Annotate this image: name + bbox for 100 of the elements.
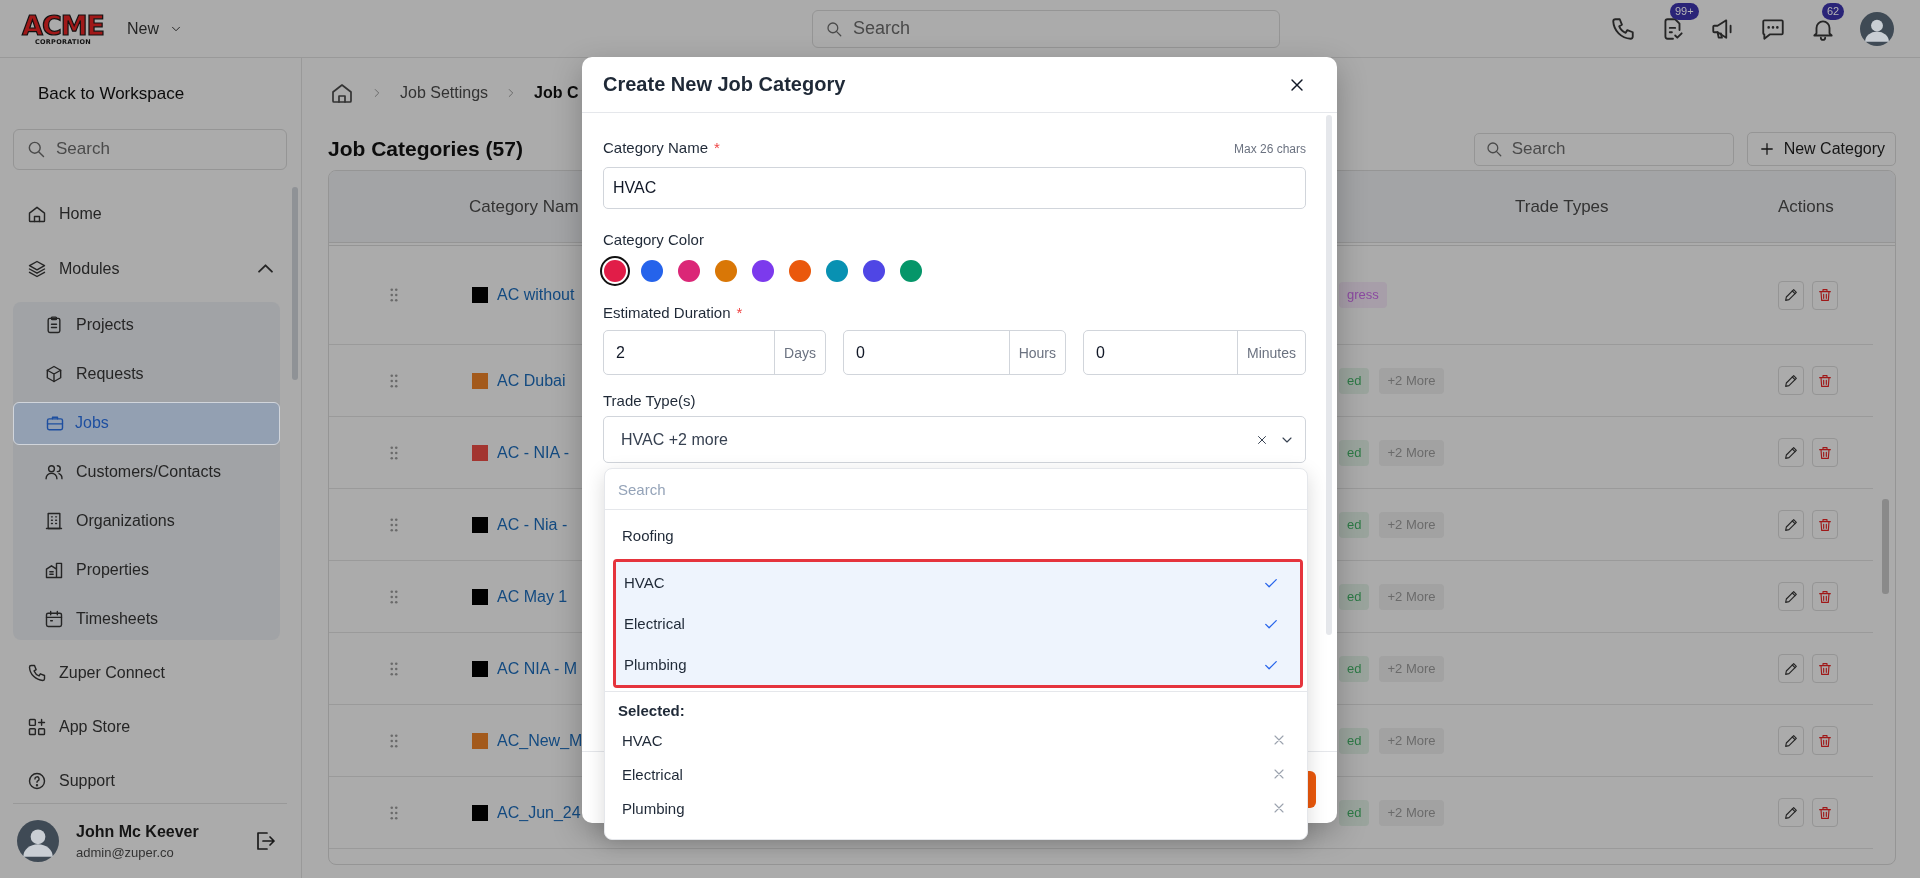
selected-item: Plumbing <box>622 799 685 817</box>
delete-button[interactable] <box>1812 280 1838 310</box>
delete-button[interactable] <box>1812 438 1838 467</box>
pencil-icon <box>1783 372 1799 389</box>
category-link[interactable]: AC_New_M <box>497 731 583 750</box>
building-icon <box>44 510 64 531</box>
pencil-icon <box>1783 588 1799 605</box>
sidebar-item[interactable]: App Store <box>13 705 287 750</box>
section-heading: Selected: <box>605 691 1307 723</box>
input-field[interactable]: 2 Days <box>603 330 826 375</box>
category-link[interactable]: AC NIA - M <box>497 659 577 678</box>
avatar[interactable] <box>17 820 59 863</box>
field-label: Estimated Duration <box>603 304 731 321</box>
dropdown-option[interactable]: Roofing <box>605 513 1307 557</box>
sidebar-item[interactable]: Modules <box>13 246 287 291</box>
category-link[interactable]: AC - Nia - <box>497 515 568 534</box>
tag: ed <box>1339 655 1370 682</box>
delete-button[interactable] <box>1812 654 1838 683</box>
tag: ed <box>1339 583 1370 610</box>
edit-button[interactable] <box>1778 438 1804 467</box>
apps-icon <box>27 717 47 738</box>
trash-icon <box>1817 732 1833 749</box>
category-link[interactable]: AC - NIA - <box>497 443 569 462</box>
color-option[interactable] <box>752 260 774 282</box>
new-category-button[interactable]: New Category <box>1746 132 1896 166</box>
color-option[interactable] <box>900 260 922 282</box>
breadcrumb-item[interactable]: Job C <box>534 84 579 102</box>
trash-icon <box>1817 372 1833 389</box>
selected-item: Electrical <box>622 765 683 783</box>
column-header: Actions <box>1777 196 1835 217</box>
search-field[interactable]: Search <box>1473 132 1734 166</box>
tag: ed <box>1339 511 1370 538</box>
column-header: Category Nam <box>468 196 580 217</box>
selected-item: HVAC <box>622 731 663 749</box>
delete-button[interactable] <box>1812 582 1838 611</box>
search-icon <box>1484 140 1503 158</box>
color-option[interactable] <box>604 260 626 282</box>
input-field[interactable]: 0 Minutes <box>1083 330 1306 375</box>
help-icon <box>27 771 47 792</box>
input-field[interactable]: 0 Hours <box>843 330 1066 375</box>
delete-button[interactable] <box>1812 798 1838 827</box>
pencil-icon <box>1783 287 1799 303</box>
category-link[interactable]: AC_Jun_24 <box>497 803 581 822</box>
back-link[interactable]: Back to Workspace <box>38 84 287 104</box>
scrollbar[interactable] <box>1326 115 1332 635</box>
tag: ed <box>1339 439 1370 466</box>
sidebar-item[interactable]: Zuper Connect <box>13 651 287 696</box>
submenu-item[interactable]: Properties <box>13 548 280 592</box>
category-link[interactable]: AC without <box>497 286 575 304</box>
category-link[interactable]: AC Dubai <box>497 371 566 390</box>
pencil-icon <box>1783 804 1799 821</box>
delete-button[interactable] <box>1812 366 1838 395</box>
sidebar-item[interactable]: Support <box>13 759 287 804</box>
input-field[interactable]: HVAC <box>603 167 1306 209</box>
color-option[interactable] <box>678 260 700 282</box>
calendar-icon <box>44 608 64 629</box>
sidebar-item[interactable]: Home <box>13 191 287 236</box>
required-mark: * <box>714 139 720 156</box>
category-link[interactable]: AC May 1 <box>497 587 568 606</box>
page-title: Job Categories (57) <box>328 137 523 161</box>
submenu-item[interactable]: Customers/Contacts <box>13 450 280 494</box>
edit-button[interactable] <box>1778 582 1804 611</box>
trash-icon <box>1817 516 1833 533</box>
call-button[interactable] <box>1610 15 1636 42</box>
pencil-icon <box>1783 516 1799 533</box>
pencil-icon <box>1783 660 1799 677</box>
edit-button[interactable] <box>1778 798 1804 827</box>
submenu-item[interactable]: Organizations <box>13 499 280 543</box>
column-header: Trade Types <box>1514 196 1610 217</box>
delete-button[interactable] <box>1812 510 1838 539</box>
submenu-item[interactable]: Requests <box>13 352 280 396</box>
edit-button[interactable] <box>1778 654 1804 683</box>
breadcrumb-item[interactable]: Job Settings <box>400 84 489 102</box>
edit-button[interactable] <box>1778 280 1804 310</box>
color-option[interactable] <box>826 260 848 282</box>
scrollbar[interactable] <box>1882 499 1889 594</box>
avatar[interactable] <box>1860 11 1894 46</box>
search-field[interactable]: Search <box>812 9 1280 48</box>
color-option[interactable] <box>789 260 811 282</box>
edit-button[interactable] <box>1778 510 1804 539</box>
color-option[interactable] <box>641 260 663 282</box>
trash-icon <box>1817 588 1833 605</box>
scrollbar[interactable] <box>292 187 298 380</box>
user-name: John Mc Keever <box>76 822 200 841</box>
submenu-item[interactable]: Projects <box>13 303 280 347</box>
tag: ed <box>1339 799 1370 826</box>
count-badge: 62 <box>1822 2 1845 20</box>
tag: ed <box>1339 727 1370 754</box>
field-label: Trade Type(s) <box>603 392 696 409</box>
tag: ed <box>1339 367 1370 394</box>
color-option[interactable] <box>863 260 885 282</box>
edit-button[interactable] <box>1778 726 1804 755</box>
edit-button[interactable] <box>1778 366 1804 395</box>
select-field[interactable]: HVAC +2 more <box>603 416 1306 463</box>
color-option[interactable] <box>715 260 737 282</box>
new-menu[interactable]: New <box>127 19 183 38</box>
delete-button[interactable] <box>1812 726 1838 755</box>
submenu-item[interactable]: Timesheets <box>13 597 280 641</box>
search-field[interactable]: Search <box>13 129 287 170</box>
trash-icon <box>1817 660 1833 677</box>
